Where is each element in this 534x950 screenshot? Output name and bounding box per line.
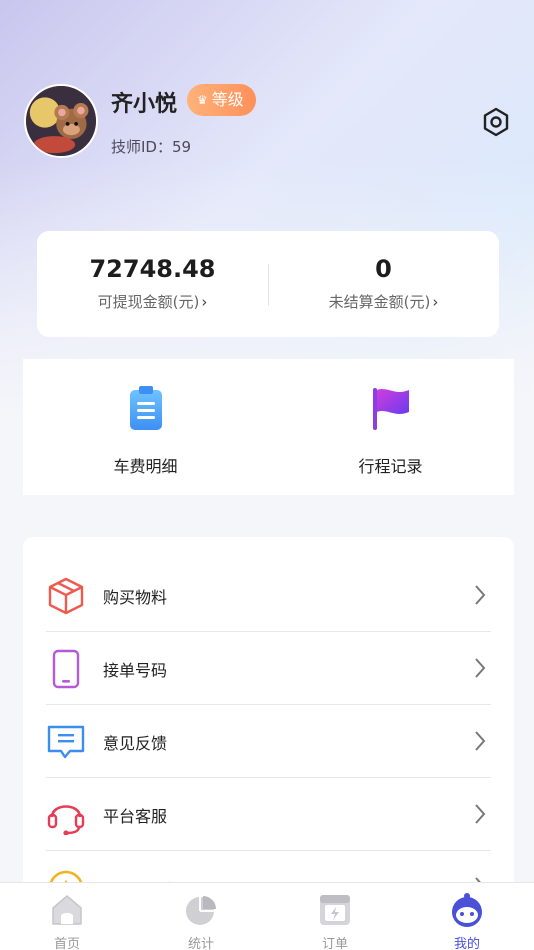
- unsettled-value: 0: [375, 255, 392, 283]
- withdrawable-value: 72748.48: [89, 255, 216, 283]
- unsettled-balance[interactable]: 0 未结算金额(元) ›: [268, 231, 499, 337]
- chevron-right-icon: [475, 731, 486, 751]
- settings-button[interactable]: [478, 104, 514, 140]
- menu-item-label: 购买物料: [103, 588, 168, 607]
- level-badge[interactable]: ♛ 等级: [187, 84, 256, 116]
- quick-action-label: 行程记录: [358, 457, 423, 476]
- tech-id: 技师ID：59: [111, 138, 192, 156]
- profile-section: 齐小悦 ♛ 等级 技师ID：59: [24, 84, 514, 160]
- bottom-tab-bar: 首页 统计 订单 我的: [0, 882, 534, 950]
- feedback-icon: [47, 725, 85, 759]
- tab-statistics[interactable]: 统计: [134, 883, 268, 950]
- clipboard-icon: [130, 386, 162, 430]
- tab-label: 我的: [453, 937, 480, 950]
- settings-hexagon-icon: [483, 107, 509, 137]
- menu-item-label: 平台客服: [103, 807, 168, 826]
- menu-item-feedback[interactable]: 意见反馈: [46, 705, 491, 778]
- chevron-right-icon: [475, 804, 486, 824]
- flag-icon: [373, 388, 409, 430]
- header-background: [0, 0, 534, 420]
- tab-profile[interactable]: 我的: [400, 883, 534, 950]
- tab-home[interactable]: 首页: [0, 883, 134, 950]
- chevron-right-icon: [475, 658, 486, 678]
- headset-icon: [47, 805, 85, 835]
- balance-card: 72748.48 可提现金额(元) › 0 未结算金额(元) ›: [37, 231, 499, 337]
- quick-action-label: 车费明细: [113, 457, 178, 476]
- crown-icon: ♛: [197, 93, 208, 107]
- tab-label: 统计: [187, 937, 214, 950]
- withdrawable-label-row: 可提现金额(元) ›: [37, 291, 268, 312]
- quick-action-trip-records[interactable]: 行程记录: [268, 359, 513, 495]
- username: 齐小悦: [111, 92, 178, 117]
- chevron-right-icon: ›: [432, 293, 439, 311]
- menu-item-order-phone[interactable]: 接单号码: [46, 632, 491, 705]
- home-icon: [52, 895, 82, 925]
- chevron-right-icon: ›: [201, 293, 208, 311]
- menu-item-label: 接单号码: [103, 661, 168, 680]
- menu-item-customer-service[interactable]: 平台客服: [46, 778, 491, 851]
- quick-action-fare-details[interactable]: 车费明细: [23, 359, 268, 495]
- pie-chart-icon: [186, 896, 216, 925]
- quick-actions-card: 车费明细 行程记录: [23, 359, 514, 495]
- level-badge-label: 等级: [211, 90, 244, 109]
- menu-item-buy-materials[interactable]: 购买物料: [46, 559, 491, 632]
- box-icon: [48, 577, 84, 615]
- chevron-right-icon: [475, 585, 486, 605]
- profile-icon: [452, 893, 482, 927]
- avatar-image: [26, 86, 96, 156]
- phone-icon: [52, 649, 80, 689]
- order-icon: [320, 895, 350, 925]
- tab-orders[interactable]: 订单: [268, 883, 402, 950]
- unsettled-label: 未结算金额(元): [328, 293, 431, 311]
- withdrawable-label: 可提现金额(元): [97, 293, 200, 311]
- unsettled-label-row: 未结算金额(元) ›: [268, 291, 499, 312]
- tab-label: 首页: [53, 937, 80, 950]
- withdrawable-balance[interactable]: 72748.48 可提现金额(元) ›: [37, 231, 268, 337]
- tab-label: 订单: [321, 937, 348, 950]
- avatar[interactable]: [24, 84, 98, 158]
- menu-item-label: 意见反馈: [103, 734, 168, 753]
- menu-card: 购买物料 接单号码 意见反馈 平台客服: [23, 537, 514, 897]
